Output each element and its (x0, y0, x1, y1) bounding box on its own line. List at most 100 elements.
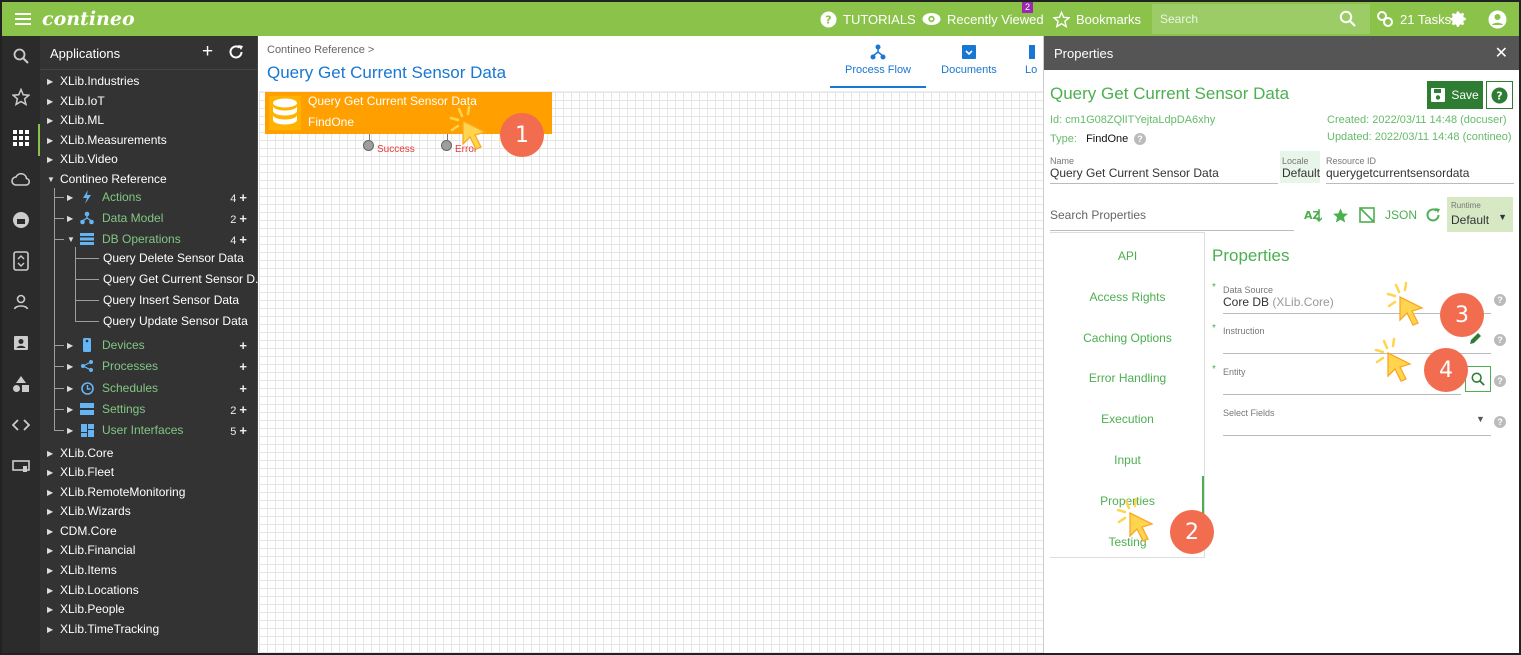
expand-arrow-icon[interactable]: ▶ (67, 362, 77, 371)
menu-icon[interactable] (14, 10, 32, 28)
tree-node-xlib-wizards[interactable]: ▶ XLib.Wizards (47, 501, 131, 521)
tab-caching-options[interactable]: Caching Options (1050, 331, 1205, 345)
expand-arrow-icon[interactable]: ▶ (47, 449, 57, 458)
entity-search-button[interactable] (1465, 366, 1491, 392)
tree-node-processes[interactable]: ▶ Processes + (67, 356, 247, 376)
tree-node-devices[interactable]: ▶ Devices + (67, 335, 247, 355)
tab-documents[interactable]: Documents (936, 44, 1002, 88)
collapse-arrow-icon[interactable]: ▼ (67, 235, 77, 244)
tree-node-xlib-locations[interactable]: ▶ XLib.Locations (47, 580, 139, 600)
tree-leaf-query-get-current[interactable]: Query Get Current Sensor D... (103, 272, 265, 286)
refresh-icon[interactable] (228, 44, 244, 63)
tree-node-xlib-people[interactable]: ▶ XLib.People (47, 599, 125, 619)
success-port[interactable] (363, 140, 374, 151)
tree-leaf-query-delete[interactable]: Query Delete Sensor Data (103, 251, 244, 265)
bookmarks-button[interactable]: Bookmarks (1053, 10, 1141, 28)
chevron-down-icon[interactable]: ▼ (1476, 414, 1485, 424)
flow-canvas[interactable]: Query Get Current Sensor Data FindOne Su… (259, 91, 1043, 653)
tree-node-db-operations[interactable]: ▼ DB Operations 4 + (67, 229, 247, 249)
star-icon[interactable] (11, 87, 31, 107)
code-icon[interactable] (11, 415, 31, 435)
gear-icon[interactable] (1450, 10, 1474, 28)
tree-leaf-query-update[interactable]: Query Update Sensor Data (103, 314, 248, 328)
help-button[interactable]: ? (1486, 81, 1513, 109)
expand-arrow-icon[interactable]: ▶ (67, 426, 77, 435)
expand-arrow-icon[interactable]: ▶ (67, 405, 77, 414)
help-icon[interactable]: ? (1494, 416, 1506, 428)
tab-execution[interactable]: Execution (1050, 412, 1205, 426)
tree-node-xlib-measurements[interactable]: ▶ XLib.Measurements (47, 130, 167, 150)
tab-api[interactable]: API (1050, 249, 1205, 263)
tree-node-xlib-financial[interactable]: ▶ XLib.Financial (47, 540, 135, 560)
close-icon[interactable]: ✕ (1495, 43, 1508, 63)
add-child[interactable]: + (239, 338, 247, 353)
add-child[interactable]: + (239, 381, 247, 396)
tree-node-user-interfaces[interactable]: ▶ User Interfaces 5 + (67, 420, 247, 440)
expand-arrow-icon[interactable]: ▶ (47, 77, 57, 86)
tree-node-actions[interactable]: ▶ Actions 4 + (67, 187, 247, 207)
expand-arrow-icon[interactable]: ▶ (67, 214, 77, 223)
help-icon[interactable]: ? (1134, 133, 1146, 145)
expand-arrow-icon[interactable]: ▶ (47, 625, 57, 634)
help-icon[interactable]: ? (1494, 375, 1506, 387)
tree-node-xlib-iot[interactable]: ▶ XLib.IoT (47, 91, 105, 111)
tree-node-settings[interactable]: ▶ Settings 2 + (67, 399, 247, 419)
tab-lo[interactable]: Lo (1025, 44, 1043, 88)
runtime-select[interactable]: Runtime Default ▼ (1447, 197, 1513, 232)
expand-arrow-icon[interactable]: ▶ (47, 605, 57, 614)
expand-arrow-icon[interactable]: ▶ (47, 527, 57, 536)
json-button[interactable]: JSON (1385, 206, 1417, 224)
star-icon[interactable] (1332, 206, 1349, 224)
collapse-arrow-icon[interactable]: ▼ (47, 175, 57, 184)
tree-node-xlib-fleet[interactable]: ▶ XLib.Fleet (47, 462, 114, 482)
monitor-icon[interactable] (11, 456, 31, 476)
cloud-icon[interactable] (11, 169, 31, 189)
tasks-button[interactable]: 21 Tasks (1376, 10, 1451, 28)
tab-process-flow[interactable]: Process Flow (830, 44, 926, 88)
tree-node-xlib-ml[interactable]: ▶ XLib.ML (47, 110, 104, 130)
expand-arrow-icon[interactable]: ▶ (47, 488, 57, 497)
save-button[interactable]: Save (1427, 81, 1483, 109)
tree-node-xlib-remotemonitoring[interactable]: ▶ XLib.RemoteMonitoring (47, 482, 185, 502)
tree-node-xlib-items[interactable]: ▶ XLib.Items (47, 560, 117, 580)
tree-node-xlib-timetracking[interactable]: ▶ XLib.TimeTracking (47, 619, 159, 639)
refresh-icon[interactable] (1425, 206, 1441, 224)
tutorials-button[interactable]: ? TUTORIALS (820, 10, 916, 28)
filter-off-icon[interactable] (1359, 206, 1375, 224)
expand-arrow-icon[interactable]: ▶ (47, 507, 57, 516)
tree-node-xlib-core[interactable]: ▶ XLib.Core (47, 443, 113, 463)
resource-id-field[interactable]: querygetcurrentsensordata (1326, 166, 1469, 180)
device-sync-icon[interactable] (11, 251, 31, 271)
search-properties-input[interactable]: Search Properties (1050, 208, 1146, 222)
breadcrumb[interactable]: Contineo Reference > (267, 44, 374, 56)
expand-arrow-icon[interactable]: ▶ (47, 566, 57, 575)
shapes-icon[interactable] (11, 374, 31, 394)
expand-arrow-icon[interactable]: ▶ (47, 468, 57, 477)
user-account-icon[interactable] (1488, 10, 1513, 28)
database-circle-icon[interactable] (11, 210, 31, 230)
expand-arrow-icon[interactable]: ▶ (67, 341, 77, 350)
expand-arrow-icon[interactable]: ▶ (67, 193, 77, 202)
data-source-field[interactable]: Core DB (XLib.Core) (1223, 295, 1334, 309)
tree-leaf-query-insert[interactable]: Query Insert Sensor Data (103, 293, 239, 307)
expand-arrow-icon[interactable]: ▶ (47, 546, 57, 555)
tab-access-rights[interactable]: Access Rights (1050, 290, 1205, 304)
add-child[interactable]: + (239, 359, 247, 374)
expand-arrow-icon[interactable]: ▶ (47, 586, 57, 595)
tree-node-xlib-industries[interactable]: ▶ XLib.Industries (47, 71, 139, 91)
name-field[interactable]: Query Get Current Sensor Data (1050, 166, 1219, 180)
contact-card-icon[interactable] (11, 333, 31, 353)
tab-error-handling[interactable]: Error Handling (1050, 371, 1205, 385)
expand-arrow-icon[interactable]: ▶ (47, 155, 57, 164)
person-icon[interactable] (11, 292, 31, 312)
expand-arrow-icon[interactable]: ▶ (47, 136, 57, 145)
search-icon[interactable] (1339, 10, 1356, 30)
expand-arrow-icon[interactable]: ▶ (47, 97, 57, 106)
locale-field[interactable]: Locale Default (1280, 151, 1320, 183)
apps-grid-icon[interactable] (11, 128, 31, 148)
search-icon[interactable] (11, 46, 31, 66)
tree-node-cdm-core[interactable]: ▶ CDM.Core (47, 521, 117, 541)
global-search-input[interactable] (1160, 10, 1330, 28)
tree-node-contineo-reference[interactable]: ▼ Contineo Reference (47, 169, 167, 189)
tree-node-schedules[interactable]: ▶ Schedules + (67, 378, 247, 398)
